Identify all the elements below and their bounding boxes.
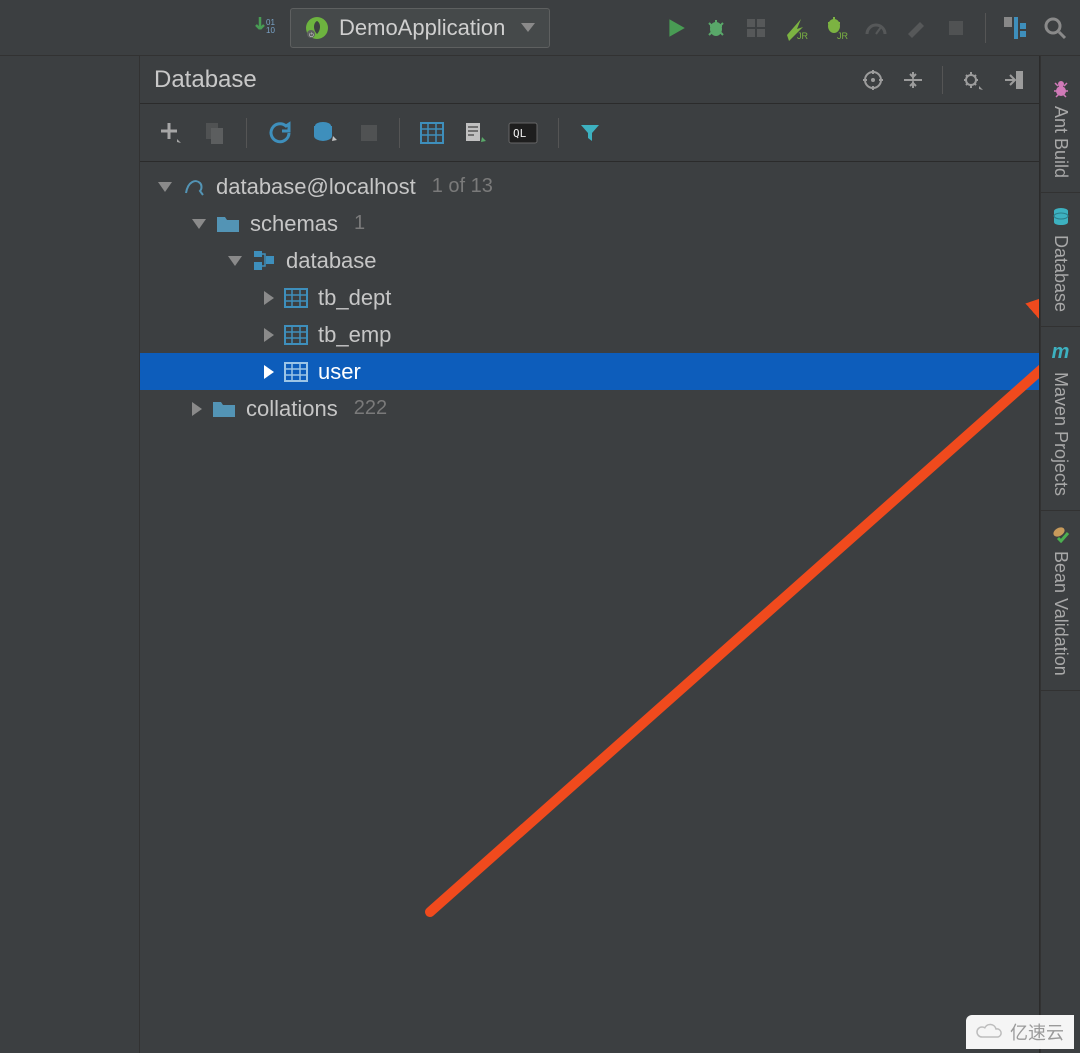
filter-icon[interactable] (579, 122, 601, 144)
table-icon (284, 362, 308, 382)
debug-button[interactable] (701, 16, 731, 40)
download-icon[interactable]: 0110 (250, 15, 280, 41)
datasource-count: 1 of 13 (432, 175, 493, 198)
sidebar-label: Ant Build (1050, 106, 1071, 178)
table-node-tb-emp[interactable]: tb_emp (140, 316, 1039, 353)
hide-panel-icon[interactable] (1003, 69, 1025, 91)
spring-boot-icon: ⏻ (305, 16, 329, 40)
sidebar-label: Maven Projects (1050, 372, 1071, 496)
sidebar-item-bean-validation[interactable]: Bean Validation (1041, 511, 1080, 691)
datasource-properties-icon[interactable] (313, 120, 339, 146)
stop-icon[interactable] (359, 123, 379, 143)
expand-arrow-icon[interactable] (228, 256, 242, 266)
copy-icon[interactable] (204, 121, 226, 145)
expand-arrow-icon[interactable] (264, 291, 274, 305)
expand-arrow-icon[interactable] (264, 328, 274, 342)
svg-text:⏻: ⏻ (309, 32, 314, 39)
refresh-icon[interactable] (267, 120, 293, 146)
project-structure-icon[interactable] (1000, 15, 1030, 41)
main-toolbar: 0110 ⏻ DemoApplication JR JR (0, 0, 1080, 56)
right-tool-sidebar: Ant Build Database m Maven Projects Bean… (1040, 56, 1080, 1053)
separator (558, 118, 559, 148)
database-icon (1052, 207, 1070, 227)
jrebel-run-icon[interactable]: JR (781, 15, 811, 41)
watermark-text: 亿速云 (1010, 1019, 1064, 1045)
jrebel-debug-icon[interactable]: JR (821, 15, 851, 41)
collations-count: 222 (354, 397, 387, 420)
run-button[interactable] (661, 17, 691, 39)
schemas-count: 1 (354, 212, 365, 235)
expand-arrow-icon[interactable] (264, 365, 274, 379)
separator (942, 66, 943, 94)
sidebar-label: Database (1050, 235, 1071, 312)
sidebar-item-database[interactable]: Database (1041, 193, 1080, 327)
target-icon[interactable] (862, 69, 884, 91)
schema-label: database (286, 248, 377, 274)
panel-title: Database (154, 66, 257, 94)
panel-header: Database (140, 56, 1039, 104)
svg-text:JR: JR (837, 31, 849, 41)
stop-button[interactable] (941, 18, 971, 38)
edit-data-icon[interactable] (464, 121, 488, 145)
run-config-label: DemoApplication (339, 15, 505, 41)
datasource-label: database@localhost (216, 174, 416, 200)
expand-arrow-icon[interactable] (192, 219, 206, 229)
table-node-user[interactable]: user (140, 353, 1039, 390)
maven-icon: m (1052, 341, 1070, 364)
folder-icon (216, 214, 240, 234)
sidebar-label: Bean Validation (1050, 551, 1071, 676)
table-icon (284, 288, 308, 308)
svg-text:10: 10 (266, 26, 275, 35)
split-icon[interactable] (902, 69, 924, 91)
separator (985, 13, 986, 43)
bean-validation-icon (1052, 525, 1070, 543)
schema-node[interactable]: database (140, 242, 1039, 279)
table-view-icon[interactable] (420, 122, 444, 144)
ant-icon (1052, 80, 1070, 98)
attach-icon[interactable] (901, 16, 931, 40)
database-toolbar: QL (140, 104, 1039, 162)
chevron-down-icon (521, 23, 535, 32)
datasource-node[interactable]: database@localhost 1 of 13 (140, 168, 1039, 205)
left-tool-gutter (0, 56, 140, 1053)
profiler-icon[interactable] (861, 16, 891, 40)
table-node-tb-dept[interactable]: tb_dept (140, 279, 1039, 316)
separator (399, 118, 400, 148)
schemas-node[interactable]: schemas 1 (140, 205, 1039, 242)
schema-icon (252, 250, 276, 272)
sidebar-item-ant-build[interactable]: Ant Build (1041, 66, 1080, 193)
sidebar-item-maven[interactable]: m Maven Projects (1041, 327, 1080, 511)
collations-label: collations (246, 396, 338, 422)
svg-text:QL: QL (513, 127, 527, 140)
mysql-icon (182, 175, 206, 199)
settings-gear-icon[interactable] (961, 68, 985, 92)
table-label: tb_dept (318, 285, 391, 311)
collations-node[interactable]: collations 222 (140, 390, 1039, 427)
database-tree: database@localhost 1 of 13 schemas 1 dat… (140, 162, 1039, 1053)
table-label: tb_emp (318, 322, 391, 348)
table-icon (284, 325, 308, 345)
run-config-selector[interactable]: ⏻ DemoApplication (290, 8, 550, 48)
schemas-label: schemas (250, 211, 338, 237)
svg-text:JR: JR (797, 31, 809, 41)
folder-icon (212, 399, 236, 419)
database-panel: Database (140, 56, 1040, 1053)
expand-arrow-icon[interactable] (192, 402, 202, 416)
expand-arrow-icon[interactable] (158, 182, 172, 192)
add-button-icon[interactable] (158, 120, 184, 146)
sql-console-icon[interactable]: QL (508, 122, 538, 144)
coverage-button[interactable] (741, 16, 771, 40)
table-label: user (318, 359, 361, 385)
search-everywhere-icon[interactable] (1040, 15, 1070, 41)
separator (246, 118, 247, 148)
watermark: 亿速云 (966, 1015, 1074, 1049)
